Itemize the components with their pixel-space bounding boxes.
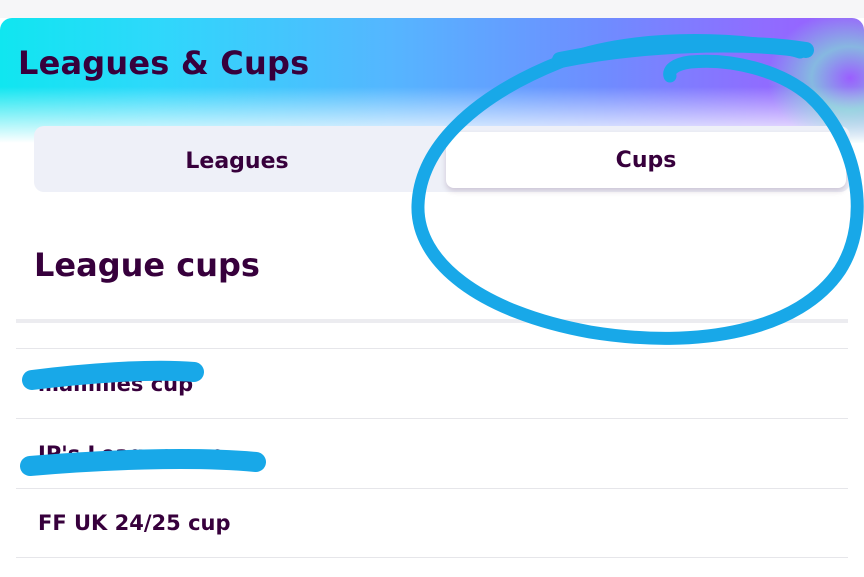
list-item-cup[interactable]: …amilies cup xyxy=(16,348,848,418)
tab-cups[interactable]: Cups xyxy=(446,132,846,188)
list-item-cup[interactable]: JP's League cup xyxy=(16,418,848,488)
tab-leagues[interactable]: Leagues xyxy=(34,134,440,188)
page-title: Leagues & Cups xyxy=(18,44,310,82)
cups-list: …amilies cup JP's League cup FF UK 24/25… xyxy=(16,348,848,558)
tab-switcher: Leagues Cups xyxy=(34,126,850,192)
status-strip xyxy=(0,0,864,18)
section-title: League cups xyxy=(34,246,260,284)
page: Leagues & Cups Leagues Cups League cups … xyxy=(0,0,864,577)
section-divider xyxy=(16,319,848,323)
list-item-cup[interactable]: FF UK 24/25 cup xyxy=(16,488,848,558)
